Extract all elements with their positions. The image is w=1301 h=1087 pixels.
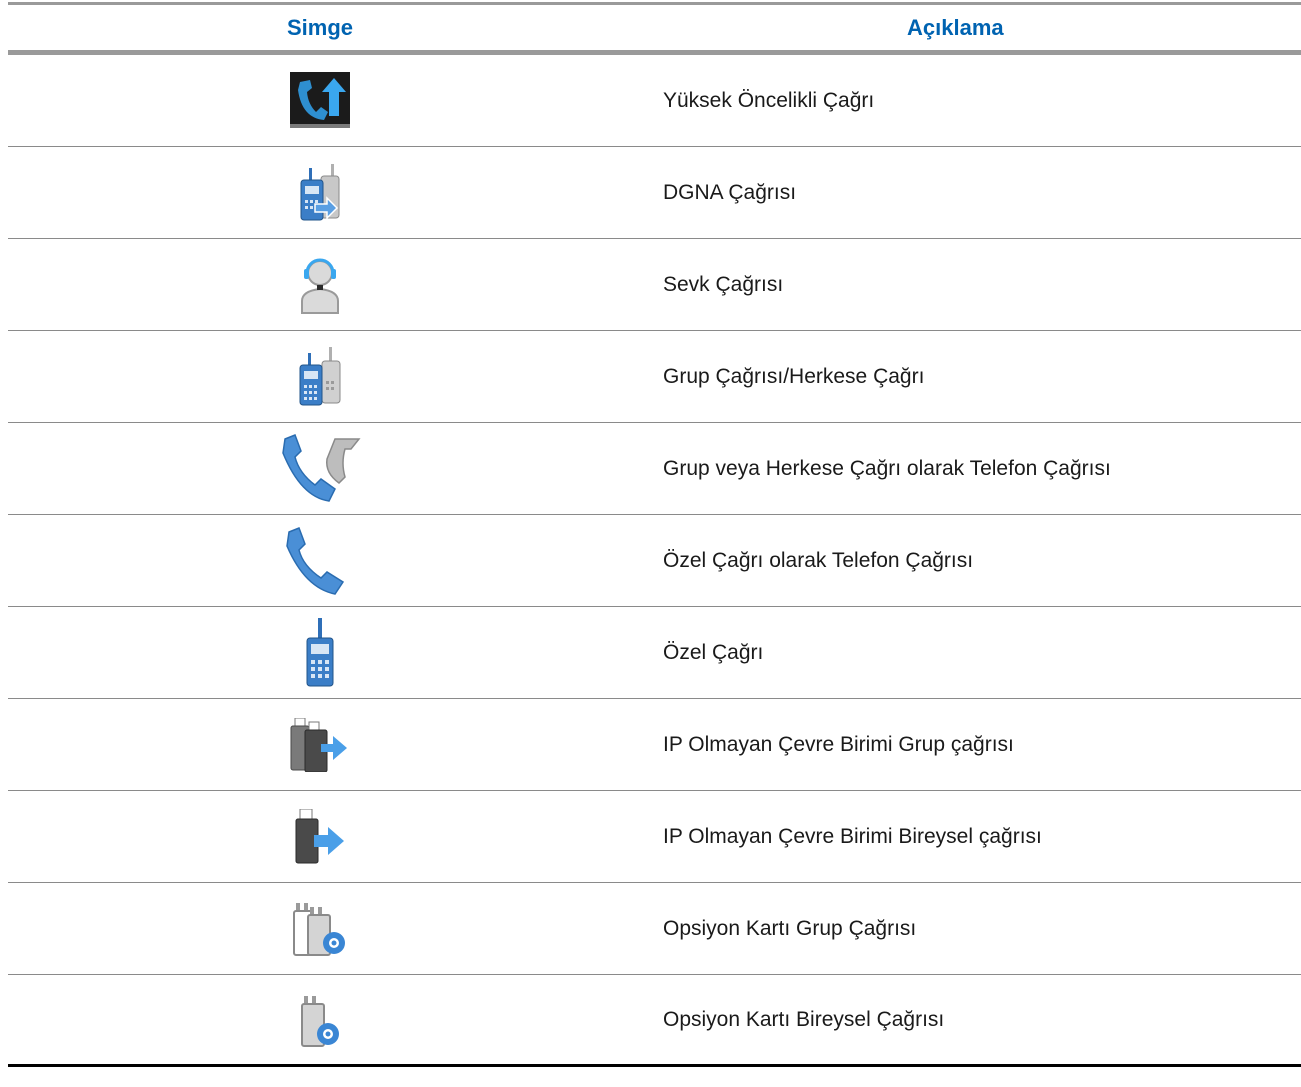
row-description: Opsiyon Kartı Bireysel Çağrısı — [663, 1007, 945, 1031]
table-row: IP Olmayan Çevre Birimi Bireysel çağrısı — [8, 791, 1301, 883]
dgna-call-icon — [300, 163, 340, 220]
phone-private-call-icon — [286, 526, 345, 595]
header-description: Açıklama — [907, 14, 1004, 40]
row-description: Sevk Çağrısı — [663, 272, 784, 296]
row-description: DGNA Çağrısı — [663, 180, 797, 204]
row-description: Grup Çağrısı/Herkese Çağrı — [663, 364, 925, 388]
row-description: IP Olmayan Çevre Birimi Bireysel çağrısı — [663, 824, 1042, 848]
row-description: Opsiyon Kartı Grup Çağrısı — [663, 916, 917, 940]
table-row: Özel Çağrı — [8, 607, 1301, 699]
table-row: Grup Çağrısı/Herkese Çağrı — [8, 331, 1301, 423]
dispatch-call-icon — [301, 258, 339, 314]
phone-group-call-icon — [282, 433, 361, 502]
icon-table: Simge Açıklama Yüksek Öncelikli Çağrı DG… — [8, 2, 1301, 1067]
table-row: IP Olmayan Çevre Birimi Grup çağrısı — [8, 699, 1301, 791]
table-row: Özel Çağrı olarak Telefon Çağrısı — [8, 515, 1301, 607]
private-call-icon — [306, 617, 334, 686]
table-row: Opsiyon Kartı Bireysel Çağrısı — [8, 975, 1301, 1067]
high-priority-call-icon — [290, 71, 350, 128]
table-row: Grup veya Herkese Çağrı olarak Telefon Ç… — [8, 423, 1301, 515]
row-description: Yüksek Öncelikli Çağrı — [663, 88, 875, 112]
option-card-group-call-icon — [293, 902, 345, 956]
table-row: Opsiyon Kartı Grup Çağrısı — [8, 883, 1301, 975]
table-header: Simge Açıklama — [8, 5, 1301, 50]
table-row: Yüksek Öncelikli Çağrı — [8, 55, 1301, 147]
row-description: Grup veya Herkese Çağrı olarak Telefon Ç… — [663, 456, 1111, 480]
non-ip-peripheral-group-call-icon — [290, 717, 347, 772]
option-card-individual-call-icon — [301, 995, 339, 1047]
table-row: DGNA Çağrısı — [8, 147, 1301, 239]
group-call-icon — [299, 346, 341, 405]
header-symbol: Simge — [286, 14, 354, 40]
row-description: IP Olmayan Çevre Birimi Grup çağrısı — [663, 732, 1014, 756]
row-description: Özel Çağrı olarak Telefon Çağrısı — [663, 548, 974, 572]
row-description: Özel Çağrı — [663, 640, 764, 664]
non-ip-peripheral-individual-call-icon — [295, 808, 344, 863]
table-row: Sevk Çağrısı — [8, 239, 1301, 331]
